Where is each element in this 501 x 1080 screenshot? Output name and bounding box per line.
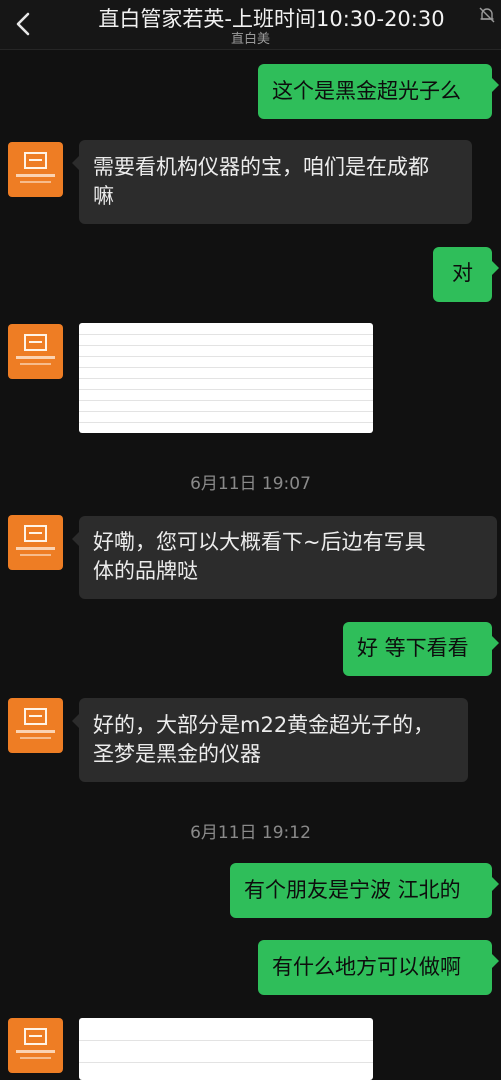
bell-off-icon [477, 5, 497, 25]
avatar[interactable] [8, 698, 63, 753]
message-text: 好 等下看看 [357, 636, 469, 660]
message-text-line: 体的品牌哒 [93, 559, 198, 583]
message-text-line: 好嘞，您可以大概看下~后边有写具 [93, 530, 426, 554]
message-text: 对 [452, 261, 473, 285]
message-bubble-outgoing[interactable]: 这个是黑金超光子么 [258, 64, 499, 119]
message-text-line: 需要看机构仪器的宝，咱们是在成都 [93, 155, 429, 179]
message-text: 有什么地方可以做啊 [272, 955, 461, 979]
message-bubble-incoming[interactable]: 好嘞，您可以大概看下~后边有写具 体的品牌哒 [72, 516, 497, 599]
message-bubble-outgoing[interactable]: 好 等下看看 [343, 622, 499, 676]
avatar[interactable] [8, 515, 63, 570]
timestamp-divider: 6月11日 19:12 [190, 823, 311, 843]
message-bubble-incoming[interactable]: 好的，大部分是m22黄金超光子的， 圣梦是黑金的仪器 [72, 698, 468, 782]
message-text: 有个朋友是宁波 江北的 [244, 878, 461, 902]
message-bubble-incoming[interactable]: 需要看机构仪器的宝，咱们是在成都 嘛 [72, 140, 472, 224]
image-message[interactable] [79, 323, 373, 433]
message-text: 这个是黑金超光子么 [272, 79, 461, 103]
avatar[interactable] [8, 324, 63, 379]
image-message[interactable] [79, 1018, 373, 1080]
message-list[interactable]: 这个是黑金超光子么 需要看机构仪器的宝，咱们是在成都 嘛 对 6月11日 19:… [0, 51, 501, 1080]
chat-subtitle: 直白美 [230, 32, 270, 47]
message-text-line: 好的，大部分是m22黄金超光子的， [93, 713, 435, 737]
avatar[interactable] [8, 1018, 63, 1073]
message-text-line: 嘛 [93, 184, 114, 208]
message-bubble-outgoing[interactable]: 有个朋友是宁波 江北的 [230, 863, 499, 918]
image-thumbnail-table [79, 323, 373, 433]
chat-header: 直白管家若英-上班时间10:30-20:30 直白美 [0, 0, 501, 50]
message-text-line: 圣梦是黑金的仪器 [93, 742, 261, 766]
avatar[interactable] [8, 142, 63, 197]
message-bubble-outgoing[interactable]: 对 [433, 247, 499, 302]
timestamp-divider: 6月11日 19:07 [190, 474, 311, 494]
message-bubble-outgoing[interactable]: 有什么地方可以做啊 [258, 940, 499, 995]
image-thumbnail-table [79, 1018, 373, 1080]
